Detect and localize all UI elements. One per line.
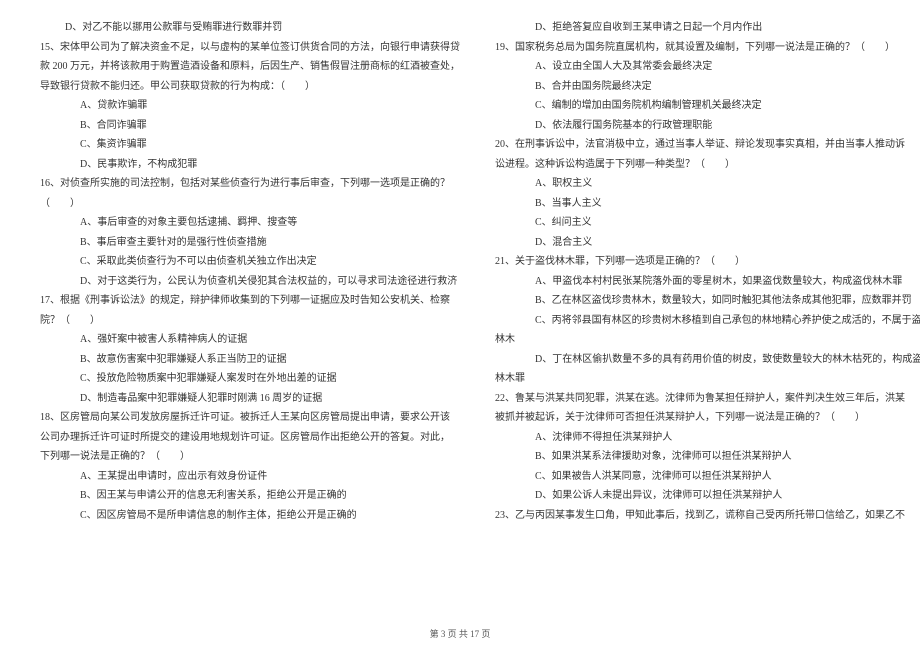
text-line: D、依法履行国务院基本的行政管理职能 <box>495 116 920 136</box>
text-line: D、拒绝答复应自收到王某申请之日起一个月内作出 <box>495 18 920 38</box>
text-line: 18、区房管局向某公司发放房屋拆迁许可证。被拆迁人王某向区房管局提出申请，要求公… <box>40 408 460 428</box>
text-line: 院？（ ） <box>40 311 460 331</box>
text-line: B、事后审查主要针对的是强行性侦查措施 <box>40 233 460 253</box>
text-line: A、事后审查的对象主要包括逮捕、羁押、搜查等 <box>40 213 460 233</box>
page-footer: 第 3 页 共 17 页 <box>0 627 920 640</box>
text-line: C、如果被告人洪某同意，沈律师可以担任洪某辩护人 <box>495 467 920 487</box>
text-line: A、王某提出申请时，应出示有效身份证件 <box>40 467 460 487</box>
text-line: C、纠问主义 <box>495 213 920 233</box>
text-line: D、对于这类行为，公民认为侦查机关侵犯其合法权益的，可以寻求司法途径进行救济 <box>40 272 460 292</box>
text-line: 19、国家税务总局为国务院直属机构，就其设置及编制，下列哪一说法是正确的？（ ） <box>495 38 920 58</box>
text-line: B、当事人主义 <box>495 194 920 214</box>
page-container: D、对乙不能以挪用公款罪与受贿罪进行数罪并罚15、宋体甲公司为了解决资金不足，以… <box>40 18 880 613</box>
right-column: D、拒绝答复应自收到王某申请之日起一个月内作出19、国家税务总局为国务院直属机构… <box>495 18 920 613</box>
text-line: D、如果公诉人未提出异议，沈律师可以担任洪某辩护人 <box>495 486 920 506</box>
text-line: 16、对侦查所实施的司法控制，包括对某些侦查行为进行事后审查，下列哪一选项是正确… <box>40 174 460 194</box>
text-line: 公司办理拆迁许可证时所提交的建设用地规划许可证。区房管局作出拒绝公开的答复。对此… <box>40 428 460 448</box>
text-line: （ ） <box>40 194 460 214</box>
text-line: C、因区房管局不是所申请信息的制作主体，拒绝公开是正确的 <box>40 506 460 526</box>
text-line: B、合同诈骗罪 <box>40 116 460 136</box>
text-line: 导致银行贷款不能归还。甲公司获取贷款的行为构成：（ ） <box>40 77 460 97</box>
text-line: B、如果洪某系法律援助对象，沈律师可以担任洪某辩护人 <box>495 447 920 467</box>
text-line: 林木罪 <box>495 369 920 389</box>
text-line: D、制造毒品案中犯罪嫌疑人犯罪时刚满 16 周岁的证据 <box>40 389 460 409</box>
text-line: 15、宋体甲公司为了解决资金不足，以与虚构的某单位签订供货合同的方法，向银行申请… <box>40 38 460 58</box>
text-line: 17、根据《刑事诉讼法》的规定，辩护律师收集到的下列哪一证据应及时告知公安机关、… <box>40 291 460 311</box>
text-line: A、设立由全国人大及其常委会最终决定 <box>495 57 920 77</box>
text-line: B、因王某与申请公开的信息无利害关系，拒绝公开是正确的 <box>40 486 460 506</box>
text-line: B、合并由国务院最终决定 <box>495 77 920 97</box>
text-line: 林木 <box>495 330 920 350</box>
text-line: 20、在刑事诉讼中，法官消极中立，通过当事人举证、辩论发现事实真相，并由当事人推… <box>495 135 920 155</box>
text-line: 款 200 万元，并将该款用于购置造酒设备和原料，后因生产、销售假冒注册商标的红… <box>40 57 460 77</box>
text-line: 下列哪一说法是正确的？（ ） <box>40 447 460 467</box>
left-column: D、对乙不能以挪用公款罪与受贿罪进行数罪并罚15、宋体甲公司为了解决资金不足，以… <box>40 18 460 613</box>
text-line: D、民事欺诈，不构成犯罪 <box>40 155 460 175</box>
text-line: A、强奸案中被害人系精神病人的证据 <box>40 330 460 350</box>
text-line: C、丙将邻县国有林区的珍贵树木移植到自己承包的林地精心养护使之成活的，不属于盗伐 <box>495 311 920 331</box>
text-line: D、对乙不能以挪用公款罪与受贿罪进行数罪并罚 <box>40 18 460 38</box>
text-line: A、职权主义 <box>495 174 920 194</box>
text-line: A、沈律师不得担任洪某辩护人 <box>495 428 920 448</box>
text-line: 22、鲁某与洪某共同犯罪，洪某在逃。沈律师为鲁某担任辩护人，案件判决生效三年后，… <box>495 389 920 409</box>
text-line: 23、乙与丙因某事发生口角，甲知此事后，找到乙，谎称自己受丙所托带口信给乙，如果… <box>495 506 920 526</box>
text-line: C、集资诈骗罪 <box>40 135 460 155</box>
text-line: C、编制的增加由国务院机构编制管理机关最终决定 <box>495 96 920 116</box>
text-line: A、甲盗伐本村村民张某院落外面的零星树木，如果盗伐数量较大，构成盗伐林木罪 <box>495 272 920 292</box>
text-line: D、丁在林区偷扒数量不多的具有药用价值的树皮，致使数量较大的林木枯死的，构成盗伐 <box>495 350 920 370</box>
text-line: 讼进程。这种诉讼构造属于下列哪一种类型？（ ） <box>495 155 920 175</box>
text-line: 21、关于盗伐林木罪，下列哪一选项是正确的？（ ） <box>495 252 920 272</box>
text-line: A、贷款诈骗罪 <box>40 96 460 116</box>
text-line: C、采取此类侦查行为不可以由侦查机关独立作出决定 <box>40 252 460 272</box>
text-line: B、乙在林区盗伐珍贵林木，数量较大，如同时触犯其他法条成其他犯罪，应数罪并罚 <box>495 291 920 311</box>
text-line: C、投放危险物质案中犯罪嫌疑人案发时在外地出差的证据 <box>40 369 460 389</box>
text-line: D、混合主义 <box>495 233 920 253</box>
text-line: 被抓并被起诉，关于沈律师可否担任洪某辩护人，下列哪一说法是正确的？（ ） <box>495 408 920 428</box>
text-line: B、故意伤害案中犯罪嫌疑人系正当防卫的证据 <box>40 350 460 370</box>
